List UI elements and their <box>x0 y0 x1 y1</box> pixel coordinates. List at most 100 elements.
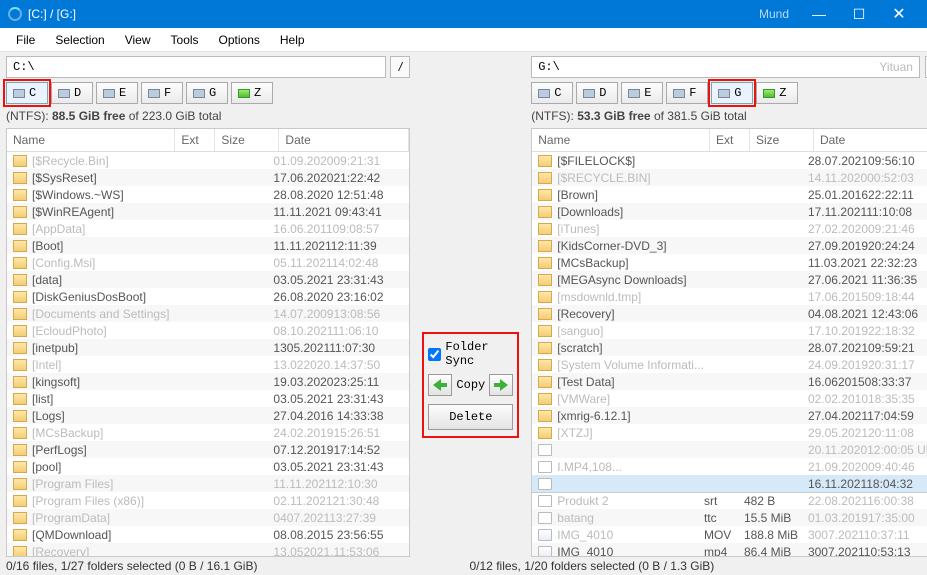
list-item[interactable]: [iTunes]27.02.202009:21:46 <box>532 220 927 237</box>
list-item[interactable]: [xmrig-6.12.1]27.04.202117:04:59 <box>532 407 927 424</box>
folder-icon <box>538 308 552 320</box>
list-item[interactable]: [$Recycle.Bin]01.09.202009:21:31 <box>7 152 409 169</box>
item-name: [Brown] <box>557 188 704 202</box>
menu-help[interactable]: Help <box>270 30 315 50</box>
folder-icon <box>13 223 27 235</box>
list-item[interactable]: [data]03.05.2021 23:31:43 <box>7 271 409 288</box>
list-item[interactable]: batangttc15.5 MiB01.03.201917:35:00 <box>532 509 927 526</box>
drive-d[interactable]: D <box>576 82 618 104</box>
menu-selection[interactable]: Selection <box>45 30 114 50</box>
list-item[interactable]: I.MP4,108...21.09.202009:40:46 <box>532 458 927 475</box>
drive-g[interactable]: G <box>186 82 228 104</box>
list-item[interactable]: [$SysReset]17.06.202021:22:42 <box>7 169 409 186</box>
list-item[interactable]: [MCsBackup]11.03.2021 22:32:23 <box>532 254 927 271</box>
list-item[interactable]: IMG_4010MOV188.8 MiB3007.202110:37:11 <box>532 526 927 543</box>
list-item[interactable]: [MEGAsync Downloads]27.06.2021 11:36:35 <box>532 271 927 288</box>
col-name[interactable]: Name <box>532 129 710 151</box>
delete-button[interactable]: Delete <box>428 404 513 430</box>
list-item[interactable]: [Boot]11.11.202112:11:39 <box>7 237 409 254</box>
left-file-list[interactable]: Name Ext Size Date [$Recycle.Bin]01.09.2… <box>6 128 410 557</box>
col-date[interactable]: Date <box>814 129 927 151</box>
list-item[interactable]: [$Windows.~WS]28.08.2020 12:51:48 <box>7 186 409 203</box>
list-item[interactable]: 16.11.202118:04:32 <box>532 475 927 492</box>
list-item[interactable]: [pool]03.05.2021 23:31:43 <box>7 458 409 475</box>
item-ext: srt <box>704 494 744 508</box>
left-path-input[interactable] <box>6 56 386 78</box>
list-item[interactable]: [ProgramData]0407.202113:27:39 <box>7 509 409 526</box>
copy-right-button[interactable] <box>489 374 513 396</box>
col-ext[interactable]: Ext <box>710 129 750 151</box>
col-size[interactable]: Size <box>215 129 279 151</box>
right-path-input[interactable] <box>531 56 920 78</box>
item-date: 08.08.2015 23:56:55 <box>273 528 403 542</box>
list-item[interactable]: [inetpub]1305.202111:07:30 <box>7 339 409 356</box>
menu-options[interactable]: Options <box>209 30 270 50</box>
col-date[interactable]: Date <box>279 129 409 151</box>
drive-f[interactable]: F <box>666 82 708 104</box>
list-item[interactable]: [msdownld.tmp]17.06.201509:18:44 <box>532 288 927 305</box>
menu-file[interactable]: File <box>6 30 45 50</box>
list-item[interactable]: [Recovery]13.052021.11:53:06 <box>7 543 409 557</box>
list-item[interactable]: IMG_4010mp486.4 MiB3007.202110:53:13 <box>532 543 927 557</box>
list-item[interactable]: [KidsCorner-DVD_3]27.09.201920:24:24 <box>532 237 927 254</box>
drive-z[interactable]: Z <box>231 82 273 104</box>
menu-tools[interactable]: Tools <box>161 30 209 50</box>
list-item[interactable]: [VMWare]02.02.201018:35:35 <box>532 390 927 407</box>
maximize-button[interactable]: ☐ <box>839 0 879 28</box>
menu-view[interactable]: View <box>115 30 161 50</box>
list-item[interactable]: [Config.Msi]05.11.202114:02:48 <box>7 254 409 271</box>
list-item[interactable]: [list]03.05.2021 23:31:43 <box>7 390 409 407</box>
minimize-button[interactable]: — <box>799 0 839 28</box>
list-item[interactable]: [MCsBackup]24.02.201915:26:51 <box>7 424 409 441</box>
right-file-list[interactable]: Name Ext Size Date [$FILELOCK$]28.07.202… <box>531 128 927 557</box>
drive-e[interactable]: E <box>621 82 663 104</box>
close-button[interactable]: ✕ <box>879 0 919 28</box>
drive-z[interactable]: Z <box>756 82 798 104</box>
list-item[interactable]: [DiskGeniusDosBoot]26.08.2020 23:16:02 <box>7 288 409 305</box>
item-date: 17.11.202111:10:08 <box>808 205 927 219</box>
statusbar: 0/16 files, 1/27 folders selected (0 B /… <box>0 557 927 575</box>
folder-icon <box>13 274 27 286</box>
list-item[interactable]: Produkt 2srt482 B22.08.202116:00:38 <box>532 492 927 509</box>
drive-g[interactable]: G <box>711 82 753 104</box>
left-terminal-button[interactable]: / <box>390 56 410 78</box>
list-item[interactable]: [scratch]28.07.202109:59:21 <box>532 339 927 356</box>
drive-e[interactable]: E <box>96 82 138 104</box>
col-ext[interactable]: Ext <box>175 129 215 151</box>
list-item[interactable]: [$WinREAgent]11.11.2021 09:43:41 <box>7 203 409 220</box>
col-size[interactable]: Size <box>750 129 814 151</box>
list-item[interactable]: [Intel]13.022020.14:37:50 <box>7 356 409 373</box>
item-date: 0407.202113:27:39 <box>273 511 403 525</box>
list-item[interactable]: [Logs]27.04.2016 14:33:38 <box>7 407 409 424</box>
list-item[interactable]: 20.11.202012:00:05 Uhr <box>532 441 927 458</box>
list-item[interactable]: [Test Data]16.06201508:33:37 <box>532 373 927 390</box>
list-item[interactable]: [PerfLogs]07.12.201917:14:52 <box>7 441 409 458</box>
list-item[interactable]: [Program Files]11.11.202112:10:30 <box>7 475 409 492</box>
item-date: 27.06.2021 11:36:35 <box>808 273 927 287</box>
brand-label: Mund <box>759 7 789 21</box>
window-title: [C:] / [G:] <box>28 7 759 21</box>
drive-c[interactable]: C <box>6 82 48 104</box>
list-item[interactable]: [Brown]25.01.201622:22:11 <box>532 186 927 203</box>
list-item[interactable]: [EcloudPhoto]08.10.202111:06:10 <box>7 322 409 339</box>
list-item[interactable]: [Documents and Settings]14.07.200913:08:… <box>7 305 409 322</box>
list-item[interactable]: [Recovery]04.08.2021 12:43:06 <box>532 305 927 322</box>
drive-c[interactable]: C <box>531 82 573 104</box>
list-item[interactable]: [Downloads]17.11.202111:10:08 <box>532 203 927 220</box>
list-item[interactable]: [sanguo]17.10.201922:18:32 <box>532 322 927 339</box>
copy-left-button[interactable] <box>428 374 452 396</box>
list-item[interactable]: [Program Files (x86)]02.11.202121:30:48 <box>7 492 409 509</box>
list-item[interactable]: [$FILELOCK$]28.07.202109:56:10 <box>532 152 927 169</box>
list-item[interactable]: [kingsoft]19.03.202023:25:11 <box>7 373 409 390</box>
list-item[interactable]: [QMDownload]08.08.2015 23:56:55 <box>7 526 409 543</box>
list-item[interactable]: [XTZJ]29.05.202120:11:08 <box>532 424 927 441</box>
list-item[interactable]: [$RECYCLE.BIN]14.11.202000:52:03 <box>532 169 927 186</box>
list-item[interactable]: [AppData]16.06.201109:08:57 <box>7 220 409 237</box>
item-date: 03.05.2021 23:31:43 <box>273 460 403 474</box>
drive-icon <box>538 89 550 98</box>
folder-sync-checkbox[interactable] <box>428 348 441 361</box>
list-item[interactable]: [System Volume Informati...24.09.201920:… <box>532 356 927 373</box>
col-name[interactable]: Name <box>7 129 175 151</box>
drive-d[interactable]: D <box>51 82 93 104</box>
drive-f[interactable]: F <box>141 82 183 104</box>
